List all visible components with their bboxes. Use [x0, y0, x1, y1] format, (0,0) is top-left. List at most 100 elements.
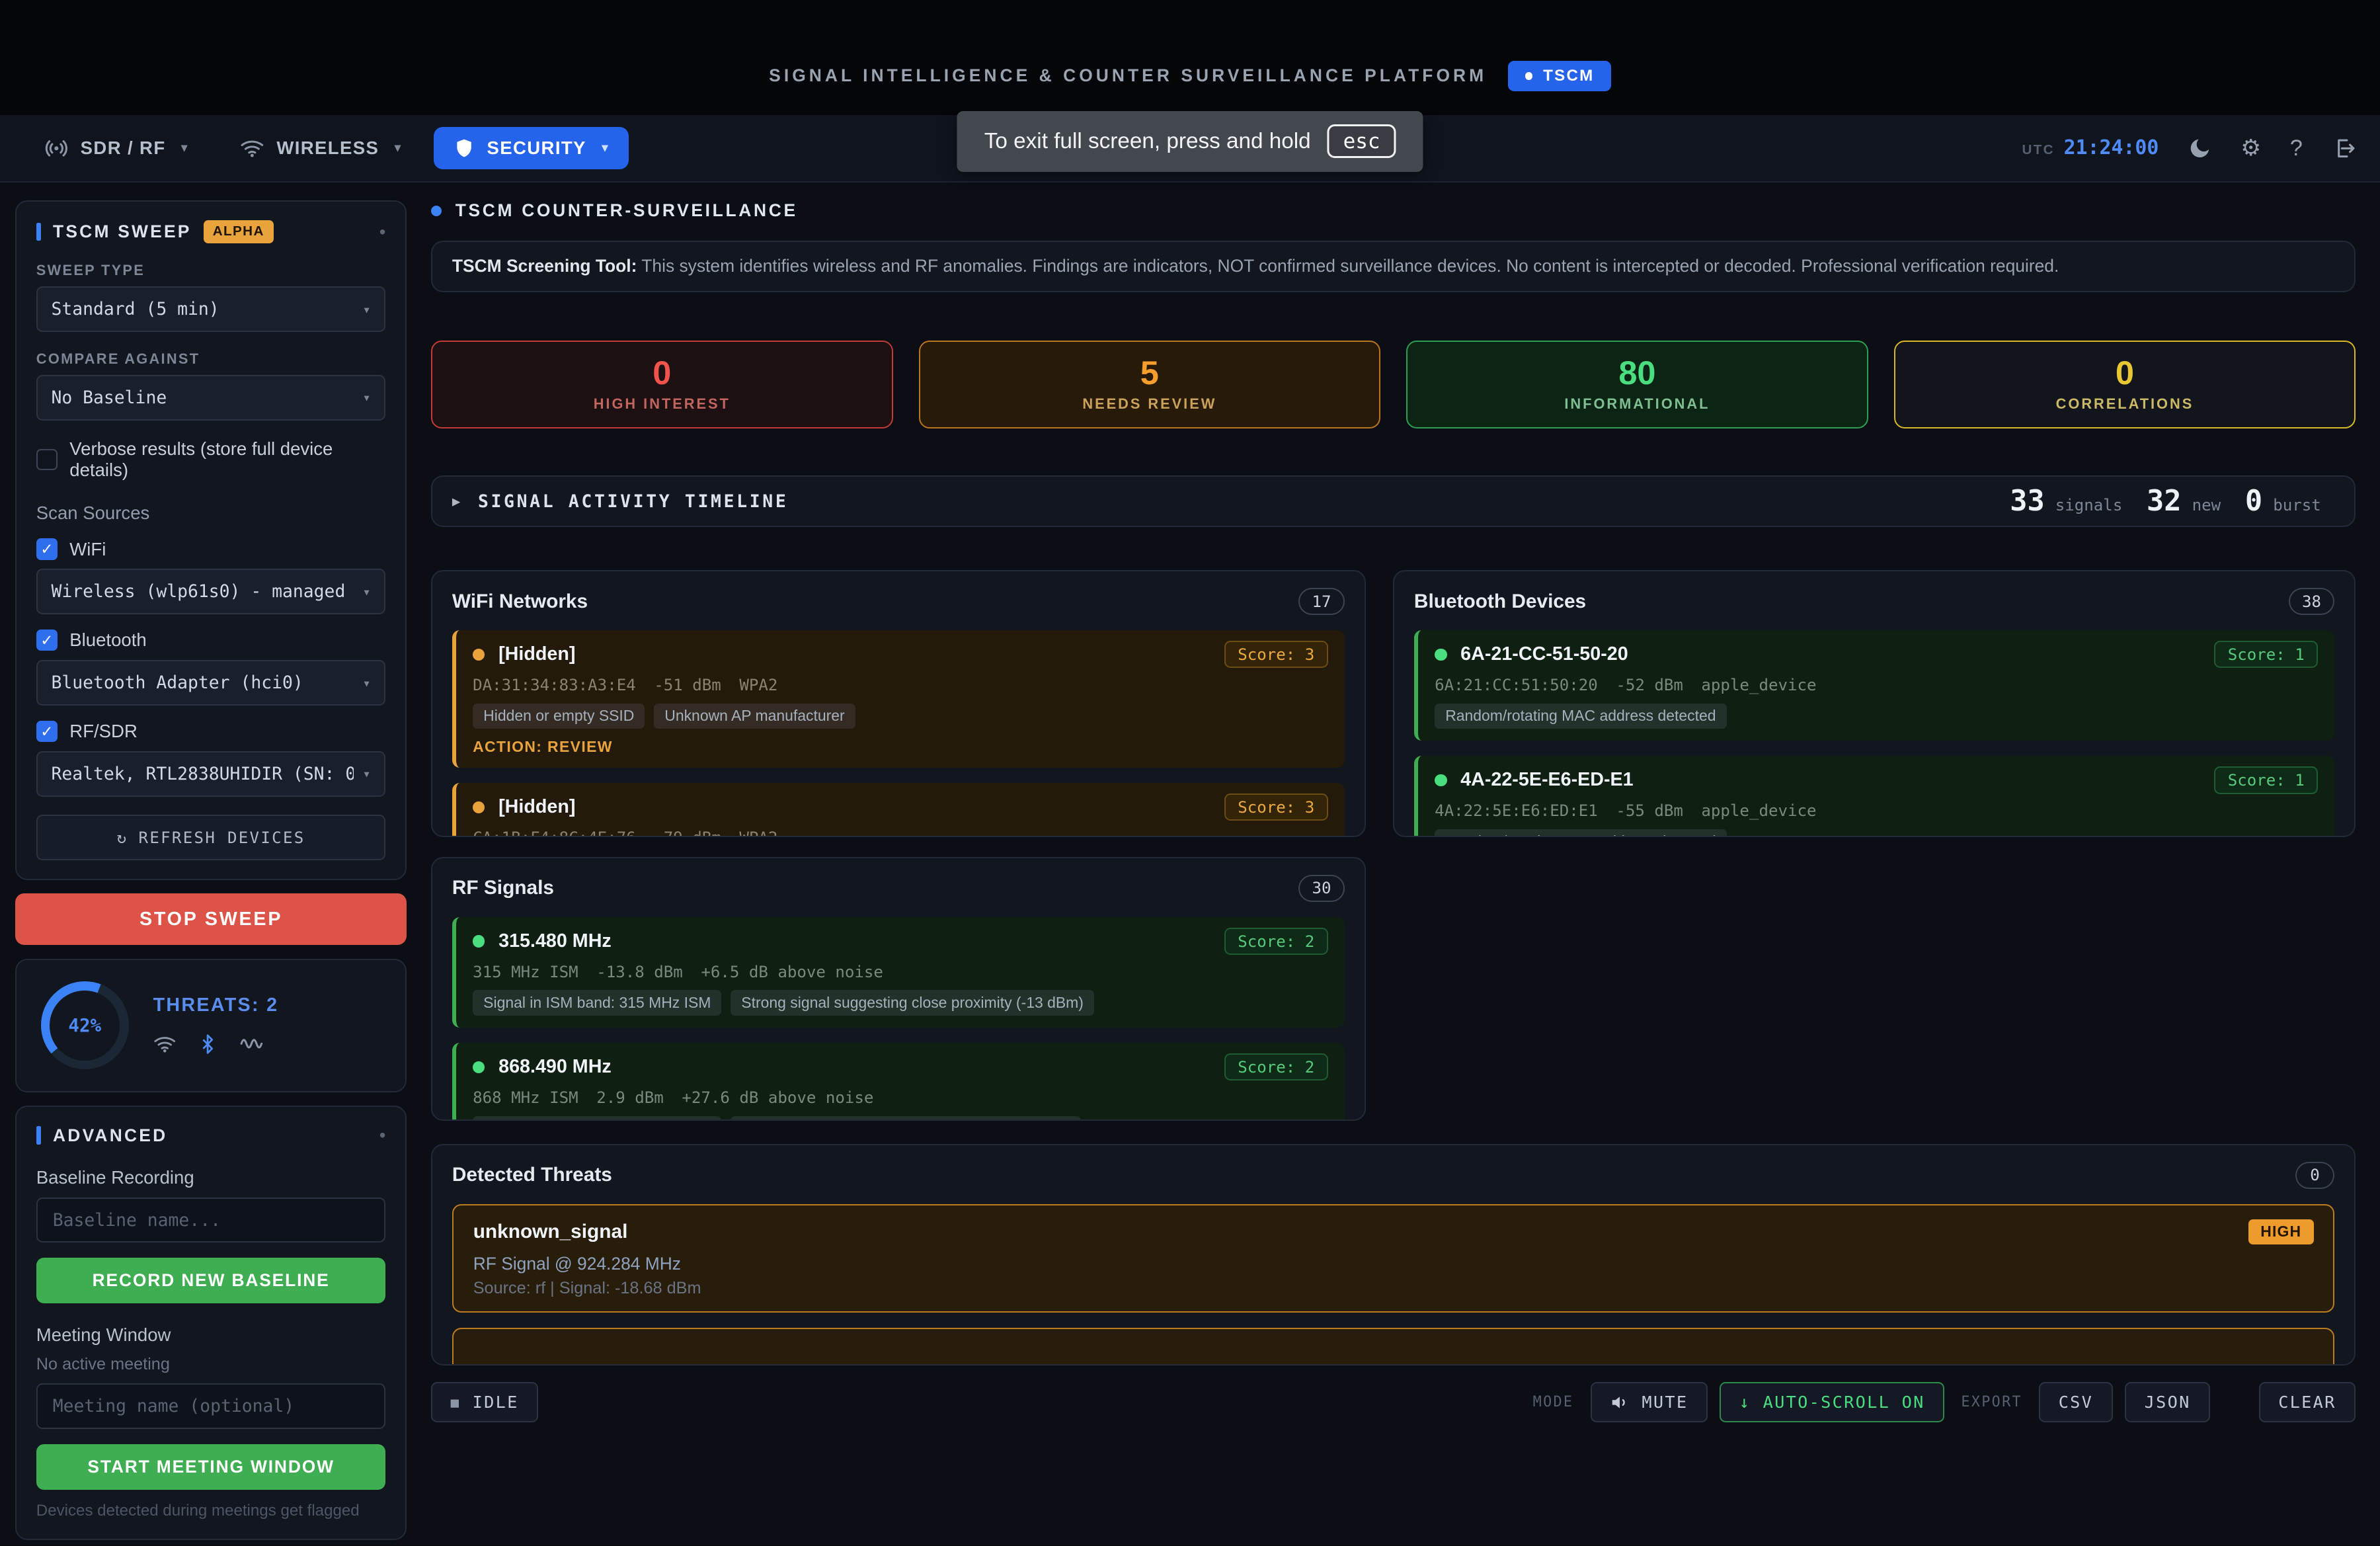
score-badge: Score: 2	[1224, 1053, 1328, 1080]
logout-icon[interactable]	[2332, 136, 2356, 161]
panel-title: TSCM SWEEP	[53, 222, 192, 242]
threat-item-clipped	[452, 1328, 2335, 1365]
stat-label: HIGH INTEREST	[594, 395, 731, 413]
wifi-networks-panel: WiFi Networks 17 [Hidden] Score: 3 DA:31…	[431, 570, 1366, 837]
signals-count: 33	[2010, 485, 2045, 518]
settings-gear-icon[interactable]: ⚙	[2241, 137, 2261, 159]
clock-time: 21:24:00	[2064, 136, 2159, 159]
wifi-label: WiFi	[69, 539, 106, 560]
record-baseline-button[interactable]: RECORD NEW BASELINE	[36, 1258, 386, 1303]
autoscroll-label: AUTO-SCROLL ON	[1763, 1393, 1925, 1412]
utc-clock: UTC 21:24:00	[2022, 136, 2159, 159]
wifi-network-item[interactable]: [Hidden] Score: 3 CA:1B:F4:8C:4E:76 -79 …	[452, 783, 1345, 837]
rf-signal-item[interactable]: 315.480 MHz Score: 2 315 MHz ISM -13.8 d…	[452, 917, 1345, 1028]
rfsdr-checkbox-row[interactable]: ✓ RF/SDR	[36, 721, 386, 742]
chevron-down-icon: ▾	[362, 584, 370, 600]
panel-collapse-toggle[interactable]: •	[379, 1126, 386, 1145]
refresh-devices-button[interactable]: ↻ REFRESH DEVICES	[36, 815, 386, 860]
nav-item-sdr-rf[interactable]: SDR / RF ▾	[24, 126, 208, 171]
detected-threats-panel: Detected Threats 0 unknown_signal HIGH R…	[431, 1144, 2356, 1365]
timeline-expand-toggle[interactable]: ▶ SIGNAL ACTIVITY TIMELINE	[452, 491, 789, 512]
finding-tag: Hidden or empty SSID	[473, 704, 645, 729]
bluetooth-checkbox-row[interactable]: ✓ Bluetooth	[36, 630, 386, 651]
chevron-down-icon: ▾	[362, 302, 370, 317]
screening-disclaimer-banner: TSCM Screening Tool: This system identif…	[431, 241, 2356, 292]
rfsdr-checkbox[interactable]: ✓	[36, 721, 58, 742]
nav-item-security[interactable]: SECURITY ▾	[434, 127, 629, 169]
compare-against-value: No Baseline	[51, 387, 353, 408]
speaker-icon	[1610, 1393, 1630, 1412]
bluetooth-device-select[interactable]: Bluetooth Adapter (hci0) ▾	[36, 660, 386, 706]
scan-sources-label: Scan Sources	[36, 503, 386, 524]
item-header: [Hidden] Score: 3	[473, 793, 1328, 821]
rf-signal-item[interactable]: 868.490 MHz Score: 2 868 MHz ISM 2.9 dBm…	[452, 1043, 1345, 1121]
fullscreen-exit-message: To exit full screen, press and hold	[984, 129, 1311, 154]
count-badge: 17	[1298, 588, 1345, 615]
utc-label: UTC	[2022, 142, 2055, 158]
new-count: 32	[2147, 485, 2182, 518]
item-header: 315.480 MHz Score: 2	[473, 928, 1328, 955]
progress-detail: THREATS: 2	[153, 995, 279, 1056]
stop-sweep-button[interactable]: STOP SWEEP	[15, 893, 407, 945]
nav-item-wireless[interactable]: WIRELESS ▾	[220, 126, 421, 171]
chevron-down-icon: ▾	[362, 766, 370, 782]
threats-count-label: THREATS: 2	[153, 995, 279, 1016]
noise-delta: +6.5 dB above noise	[701, 963, 883, 981]
compare-against-select[interactable]: No Baseline ▾	[36, 375, 386, 421]
export-csv-button[interactable]: CSV	[2039, 1382, 2113, 1422]
chevron-down-icon: ▾	[362, 389, 370, 405]
baseline-name-input[interactable]	[36, 1198, 386, 1243]
wifi-icon	[240, 136, 264, 161]
autoscroll-toggle[interactable]: ↓ AUTO-SCROLL ON	[1720, 1382, 1944, 1422]
stop-square-icon: ■	[451, 1395, 461, 1410]
stat-label: INFORMATIONAL	[1564, 395, 1710, 413]
banner-bold: TSCM Screening Tool:	[452, 256, 637, 276]
count-badge: 30	[1298, 875, 1345, 902]
clear-button[interactable]: CLEAR	[2259, 1382, 2356, 1422]
status-dot-icon	[431, 206, 442, 216]
signal-strength: -55 dBm	[1616, 801, 1683, 820]
wifi-device-select[interactable]: Wireless (wlp61s0) - managed ▾	[36, 569, 386, 614]
encryption: WPA2	[739, 829, 777, 837]
tscm-badge: TSCM	[1508, 61, 1610, 91]
severity-dot-icon	[473, 649, 485, 661]
wifi-network-item[interactable]: [Hidden] Score: 3 DA:31:34:83:A3:E4 -51 …	[452, 630, 1345, 768]
rf-signals-panel: RF Signals 30 315.480 MHz Score: 2 315 M…	[431, 857, 1366, 1121]
esc-keycap: esc	[1328, 124, 1396, 158]
item-tags: Random/rotating MAC address detected	[1435, 704, 2318, 729]
meeting-name-input[interactable]	[36, 1383, 386, 1429]
bluetooth-checkbox[interactable]: ✓	[36, 630, 58, 651]
export-json-button[interactable]: JSON	[2125, 1382, 2210, 1422]
threat-item[interactable]: unknown_signal HIGH RF Signal @ 924.284 …	[452, 1204, 2335, 1313]
stat-needs-review: 5 NEEDS REVIEW	[919, 341, 1381, 428]
help-icon[interactable]: ?	[2290, 137, 2303, 159]
item-tags: Hidden or empty SSID Unknown AP manufact…	[473, 704, 1328, 729]
item-header: 4A-22-5E-E6-ED-E1 Score: 1	[1435, 766, 2318, 793]
dark-mode-moon-icon[interactable]	[2188, 136, 2212, 161]
bluetooth-device-value: Bluetooth Adapter (hci0)	[51, 672, 353, 693]
bluetooth-device-item[interactable]: 4A-22-5E-E6-ED-E1 Score: 1 4A:22:5E:E6:E…	[1414, 756, 2334, 836]
wifi-checkbox[interactable]: ✓	[36, 538, 58, 559]
severity-dot-icon	[473, 1061, 485, 1073]
new-label: new	[2192, 496, 2221, 514]
band: 315 MHz ISM	[473, 963, 578, 981]
mac-address: CA:1B:F4:8C:4E:76	[473, 829, 636, 837]
progress-source-icons	[153, 1032, 279, 1056]
bluetooth-label: Bluetooth	[69, 630, 146, 651]
refresh-devices-label: REFRESH DEVICES	[139, 829, 305, 847]
rfsdr-device-select[interactable]: Realtek, RTL2838UHIDIR (SN: 0000 ▾	[36, 751, 386, 797]
severity-badge: HIGH	[2248, 1219, 2314, 1244]
bluetooth-device-item[interactable]: 6A-21-CC-51-50-20 Score: 1 6A:21:CC:51:5…	[1414, 630, 2334, 741]
stat-value: 80	[1618, 356, 1655, 390]
verbose-checkbox-row[interactable]: Verbose results (store full device detai…	[36, 438, 386, 481]
panel-collapse-toggle[interactable]: •	[379, 223, 386, 241]
bluetooth-icon	[197, 1034, 218, 1055]
start-meeting-button[interactable]: START MEETING WINDOW	[36, 1444, 386, 1490]
mute-button[interactable]: MUTE	[1591, 1382, 1708, 1422]
wifi-checkbox-row[interactable]: ✓ WiFi	[36, 538, 386, 559]
verbose-checkbox[interactable]	[36, 449, 58, 470]
mac-address: 4A:22:5E:E6:ED:E1	[1435, 801, 1598, 820]
threat-source: Source: rf | Signal: -18.68 dBm	[473, 1279, 2314, 1298]
sweep-type-select[interactable]: Standard (5 min) ▾	[36, 286, 386, 332]
item-title: [Hidden]	[498, 643, 575, 665]
